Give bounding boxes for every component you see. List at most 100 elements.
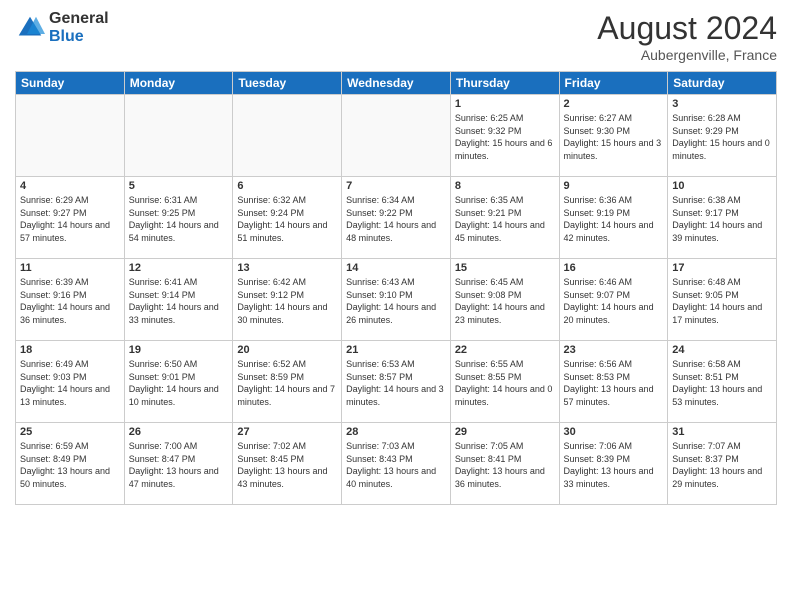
day-number: 22 (455, 344, 555, 356)
calendar-cell: 31Sunrise: 7:07 AMSunset: 8:37 PMDayligh… (668, 423, 777, 505)
col-saturday: Saturday (668, 72, 777, 95)
calendar-cell: 14 Sunrise: 6:43 AMSunset: 9:10 PMDayligh… (342, 259, 451, 341)
day-number: 31 (672, 426, 772, 438)
day-number: 15 (455, 262, 555, 274)
day-info: Sunrise: 6:58 AMSunset: 8:51 PMDaylight:… (672, 358, 772, 408)
calendar-cell (124, 95, 233, 177)
day-info: Sunrise: 6:34 AMSunset: 9:22 PMDaylight:… (346, 194, 446, 244)
calendar-cell: 29Sunrise: 7:05 AMSunset: 8:41 PMDayligh… (450, 423, 559, 505)
day-number: 30 (564, 426, 664, 438)
calendar-cell: 19Sunrise: 6:50 AMSunset: 9:01 PMDayligh… (124, 341, 233, 423)
day-info: Sunrise: 6:27 AMSunset: 9:30 PMDaylight:… (564, 112, 664, 162)
day-info: Sunrise: 6:41 AMSunset: 9:14 PMDaylight:… (129, 276, 229, 326)
calendar-cell: 25 Sunrise: 6:59 AMSunset: 8:49 PMDayligh… (16, 423, 125, 505)
day-info: Sunrise: 6:43 AMSunset: 9:10 PMDaylight:… (346, 276, 446, 326)
calendar-cell: 12 Sunrise: 6:41 AMSunset: 9:14 PMDayligh… (124, 259, 233, 341)
calendar-cell (16, 95, 125, 177)
calendar-cell: 20 Sunrise: 6:52 AMSunset: 8:59 PMDayligh… (233, 341, 342, 423)
day-info: Sunrise: 6:36 AMSunset: 9:19 PMDaylight:… (564, 194, 664, 244)
day-number: 3 (672, 98, 772, 110)
calendar-cell: 9 Sunrise: 6:36 AMSunset: 9:19 PMDaylight… (559, 177, 668, 259)
calendar-week-row: 11 Sunrise: 6:39 AMSunset: 9:16 PMDayligh… (16, 259, 777, 341)
day-number: 7 (346, 180, 446, 192)
day-number: 5 (129, 180, 229, 192)
calendar-cell: 5 Sunrise: 6:31 AMSunset: 9:25 PMDaylight… (124, 177, 233, 259)
location: Aubergenville, France (597, 47, 777, 63)
calendar-week-row: 4 Sunrise: 6:29 AMSunset: 9:27 PMDaylight… (16, 177, 777, 259)
calendar-cell: 15 Sunrise: 6:45 AMSunset: 9:08 PMDayligh… (450, 259, 559, 341)
title-block: August 2024 Aubergenville, France (597, 10, 777, 63)
day-info: Sunrise: 7:00 AMSunset: 8:47 PMDaylight:… (129, 440, 229, 490)
calendar-cell: 7 Sunrise: 6:34 AMSunset: 9:22 PMDaylight… (342, 177, 451, 259)
day-number: 23 (564, 344, 664, 356)
day-info: Sunrise: 6:42 AMSunset: 9:12 PMDaylight:… (237, 276, 337, 326)
day-number: 8 (455, 180, 555, 192)
day-number: 27 (237, 426, 337, 438)
day-info: Sunrise: 6:39 AMSunset: 9:16 PMDaylight:… (20, 276, 120, 326)
calendar-cell: 16Sunrise: 6:46 AMSunset: 9:07 PMDayligh… (559, 259, 668, 341)
day-info: Sunrise: 6:59 AMSunset: 8:49 PMDaylight:… (20, 440, 120, 490)
month-year: August 2024 (597, 10, 777, 47)
calendar-cell: 10 Sunrise: 6:38 AMSunset: 9:17 PMDayligh… (668, 177, 777, 259)
day-number: 29 (455, 426, 555, 438)
day-number: 26 (129, 426, 229, 438)
col-friday: Friday (559, 72, 668, 95)
header: General Blue August 2024 Aubergenville, … (15, 10, 777, 63)
calendar-week-row: 18Sunrise: 6:49 AMSunset: 9:03 PMDayligh… (16, 341, 777, 423)
day-number: 12 (129, 262, 229, 274)
logo-general-text: General (49, 10, 109, 28)
calendar-cell: 13Sunrise: 6:42 AMSunset: 9:12 PMDayligh… (233, 259, 342, 341)
col-monday: Monday (124, 72, 233, 95)
day-info: Sunrise: 7:06 AMSunset: 8:39 PMDaylight:… (564, 440, 664, 490)
main-container: General Blue August 2024 Aubergenville, … (0, 0, 792, 612)
col-tuesday: Tuesday (233, 72, 342, 95)
day-info: Sunrise: 6:48 AMSunset: 9:05 PMDaylight:… (672, 276, 772, 326)
calendar-cell: 8 Sunrise: 6:35 AMSunset: 9:21 PMDaylight… (450, 177, 559, 259)
day-number: 10 (672, 180, 772, 192)
logo-icon (15, 13, 45, 43)
day-number: 17 (672, 262, 772, 274)
col-sunday: Sunday (16, 72, 125, 95)
day-number: 11 (20, 262, 120, 274)
day-info: Sunrise: 6:31 AMSunset: 9:25 PMDaylight:… (129, 194, 229, 244)
calendar-cell: 6 Sunrise: 6:32 AMSunset: 9:24 PMDaylight… (233, 177, 342, 259)
day-info: Sunrise: 6:29 AMSunset: 9:27 PMDaylight:… (20, 194, 120, 244)
calendar-week-row: 1Sunrise: 6:25 AMSunset: 9:32 PMDaylight… (16, 95, 777, 177)
day-info: Sunrise: 6:52 AMSunset: 8:59 PMDaylight:… (237, 358, 337, 408)
calendar-cell: 21Sunrise: 6:53 AMSunset: 8:57 PMDayligh… (342, 341, 451, 423)
calendar-cell: 24 Sunrise: 6:58 AMSunset: 8:51 PMDayligh… (668, 341, 777, 423)
calendar-cell: 22 Sunrise: 6:55 AMSunset: 8:55 PMDayligh… (450, 341, 559, 423)
logo-text: General Blue (49, 10, 109, 45)
day-info: Sunrise: 6:38 AMSunset: 9:17 PMDaylight:… (672, 194, 772, 244)
logo-blue-text: Blue (49, 28, 109, 46)
day-info: Sunrise: 6:56 AMSunset: 8:53 PMDaylight:… (564, 358, 664, 408)
day-number: 20 (237, 344, 337, 356)
calendar-table: Sunday Monday Tuesday Wednesday Thursday… (15, 71, 777, 505)
calendar-cell: 27 Sunrise: 7:02 AMSunset: 8:45 PMDayligh… (233, 423, 342, 505)
day-info: Sunrise: 7:03 AMSunset: 8:43 PMDaylight:… (346, 440, 446, 490)
logo: General Blue (15, 10, 109, 45)
calendar-cell: 23 Sunrise: 6:56 AMSunset: 8:53 PMDayligh… (559, 341, 668, 423)
day-number: 6 (237, 180, 337, 192)
day-info: Sunrise: 6:32 AMSunset: 9:24 PMDaylight:… (237, 194, 337, 244)
calendar-week-row: 25 Sunrise: 6:59 AMSunset: 8:49 PMDayligh… (16, 423, 777, 505)
day-number: 24 (672, 344, 772, 356)
day-number: 2 (564, 98, 664, 110)
col-wednesday: Wednesday (342, 72, 451, 95)
day-info: Sunrise: 6:55 AMSunset: 8:55 PMDaylight:… (455, 358, 555, 408)
day-number: 4 (20, 180, 120, 192)
calendar-cell: 11 Sunrise: 6:39 AMSunset: 9:16 PMDayligh… (16, 259, 125, 341)
day-number: 9 (564, 180, 664, 192)
day-info: Sunrise: 7:02 AMSunset: 8:45 PMDaylight:… (237, 440, 337, 490)
calendar-cell: 26 Sunrise: 7:00 AMSunset: 8:47 PMDayligh… (124, 423, 233, 505)
day-number: 25 (20, 426, 120, 438)
day-info: Sunrise: 6:45 AMSunset: 9:08 PMDaylight:… (455, 276, 555, 326)
calendar-cell: 28 Sunrise: 7:03 AMSunset: 8:43 PMDayligh… (342, 423, 451, 505)
day-number: 16 (564, 262, 664, 274)
day-info: Sunrise: 6:49 AMSunset: 9:03 PMDaylight:… (20, 358, 120, 408)
day-info: Sunrise: 6:35 AMSunset: 9:21 PMDaylight:… (455, 194, 555, 244)
day-number: 28 (346, 426, 446, 438)
calendar-header-row: Sunday Monday Tuesday Wednesday Thursday… (16, 72, 777, 95)
day-number: 1 (455, 98, 555, 110)
day-number: 14 (346, 262, 446, 274)
